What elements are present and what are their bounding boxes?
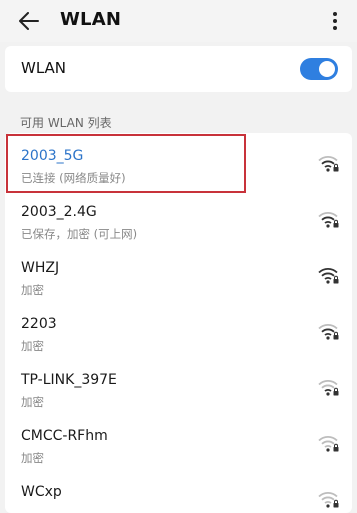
network-row-2003-2-4g[interactable]: 2003_2.4G 已保存，加密 (可上网): [5, 189, 352, 245]
arrow-left-icon: [19, 12, 39, 30]
network-row-cmcc-rfhm[interactable]: CMCC-RFhm 加密: [5, 413, 352, 469]
network-status: 加密: [21, 283, 44, 297]
network-name: TP-LINK_397E: [21, 372, 117, 388]
network-name: 2203: [21, 316, 57, 332]
wifi-lock-icon: [318, 324, 339, 340]
wifi-lock-icon: [318, 268, 339, 284]
wifi-lock-icon: [318, 436, 339, 452]
network-row-2203[interactable]: 2203 加密: [5, 301, 352, 357]
network-status: 已保存，加密 (可上网): [21, 227, 138, 241]
more-options-button[interactable]: [325, 8, 345, 34]
network-status: 加密: [21, 395, 44, 409]
wlan-toggle-label: WLAN: [21, 59, 67, 77]
switch-knob: [319, 61, 335, 77]
network-name: CMCC-RFhm: [21, 428, 108, 444]
network-row-tp-link-397e[interactable]: TP-LINK_397E 加密: [5, 357, 352, 413]
wlan-switch[interactable]: [300, 58, 338, 80]
network-status: 加密: [21, 339, 44, 353]
network-name: WHZJ: [21, 260, 60, 276]
top-app-bar: WLAN: [0, 0, 357, 42]
available-networks-heading: 可用 WLAN 列表: [20, 116, 112, 130]
wlan-settings-screen: WLAN WLAN 可用 WLAN 列表 2003_5G 已连接 (网络质量好)…: [0, 0, 357, 513]
wifi-lock-icon: [318, 492, 339, 508]
network-name: 2003_2.4G: [21, 204, 97, 220]
page-title: WLAN: [60, 9, 122, 30]
wlan-toggle-row[interactable]: WLAN: [5, 46, 352, 92]
network-row-whzj[interactable]: WHZJ 加密: [5, 245, 352, 301]
wifi-lock-icon: [318, 156, 339, 172]
wifi-lock-icon: [318, 212, 339, 228]
connected-network-highlight: [6, 134, 246, 193]
network-status: 加密: [21, 451, 44, 465]
network-row-wcxp[interactable]: WCxp: [5, 469, 352, 513]
wifi-lock-icon: [318, 380, 339, 396]
back-button[interactable]: [14, 6, 44, 36]
more-vertical-icon: [333, 12, 337, 16]
